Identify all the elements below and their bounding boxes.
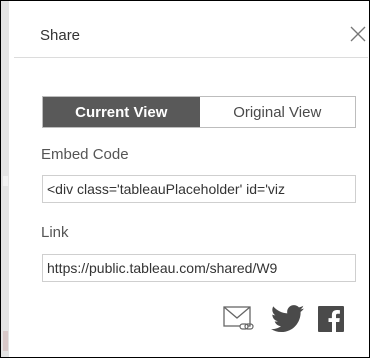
link-label: Link [41, 224, 69, 241]
dialog-header: Share [14, 8, 368, 58]
close-icon[interactable] [349, 25, 367, 43]
twitter-icon[interactable] [270, 305, 306, 333]
background-strip [1, 1, 9, 357]
facebook-icon[interactable] [318, 306, 344, 332]
strip-mark [3, 176, 8, 186]
email-link-icon[interactable] [220, 303, 258, 333]
embed-code-field[interactable]: <div class='tableauPlaceholder' id='viz [42, 175, 356, 203]
view-tabs: Current View Original View [42, 96, 356, 128]
strip-mark [3, 331, 8, 351]
embed-code-label: Embed Code [41, 146, 129, 163]
tab-original-view[interactable]: Original View [199, 97, 355, 127]
link-field[interactable]: https://public.tableau.com/shared/W9 [42, 254, 356, 282]
dialog-title: Share [40, 27, 81, 44]
tab-current-view[interactable]: Current View [43, 97, 200, 127]
